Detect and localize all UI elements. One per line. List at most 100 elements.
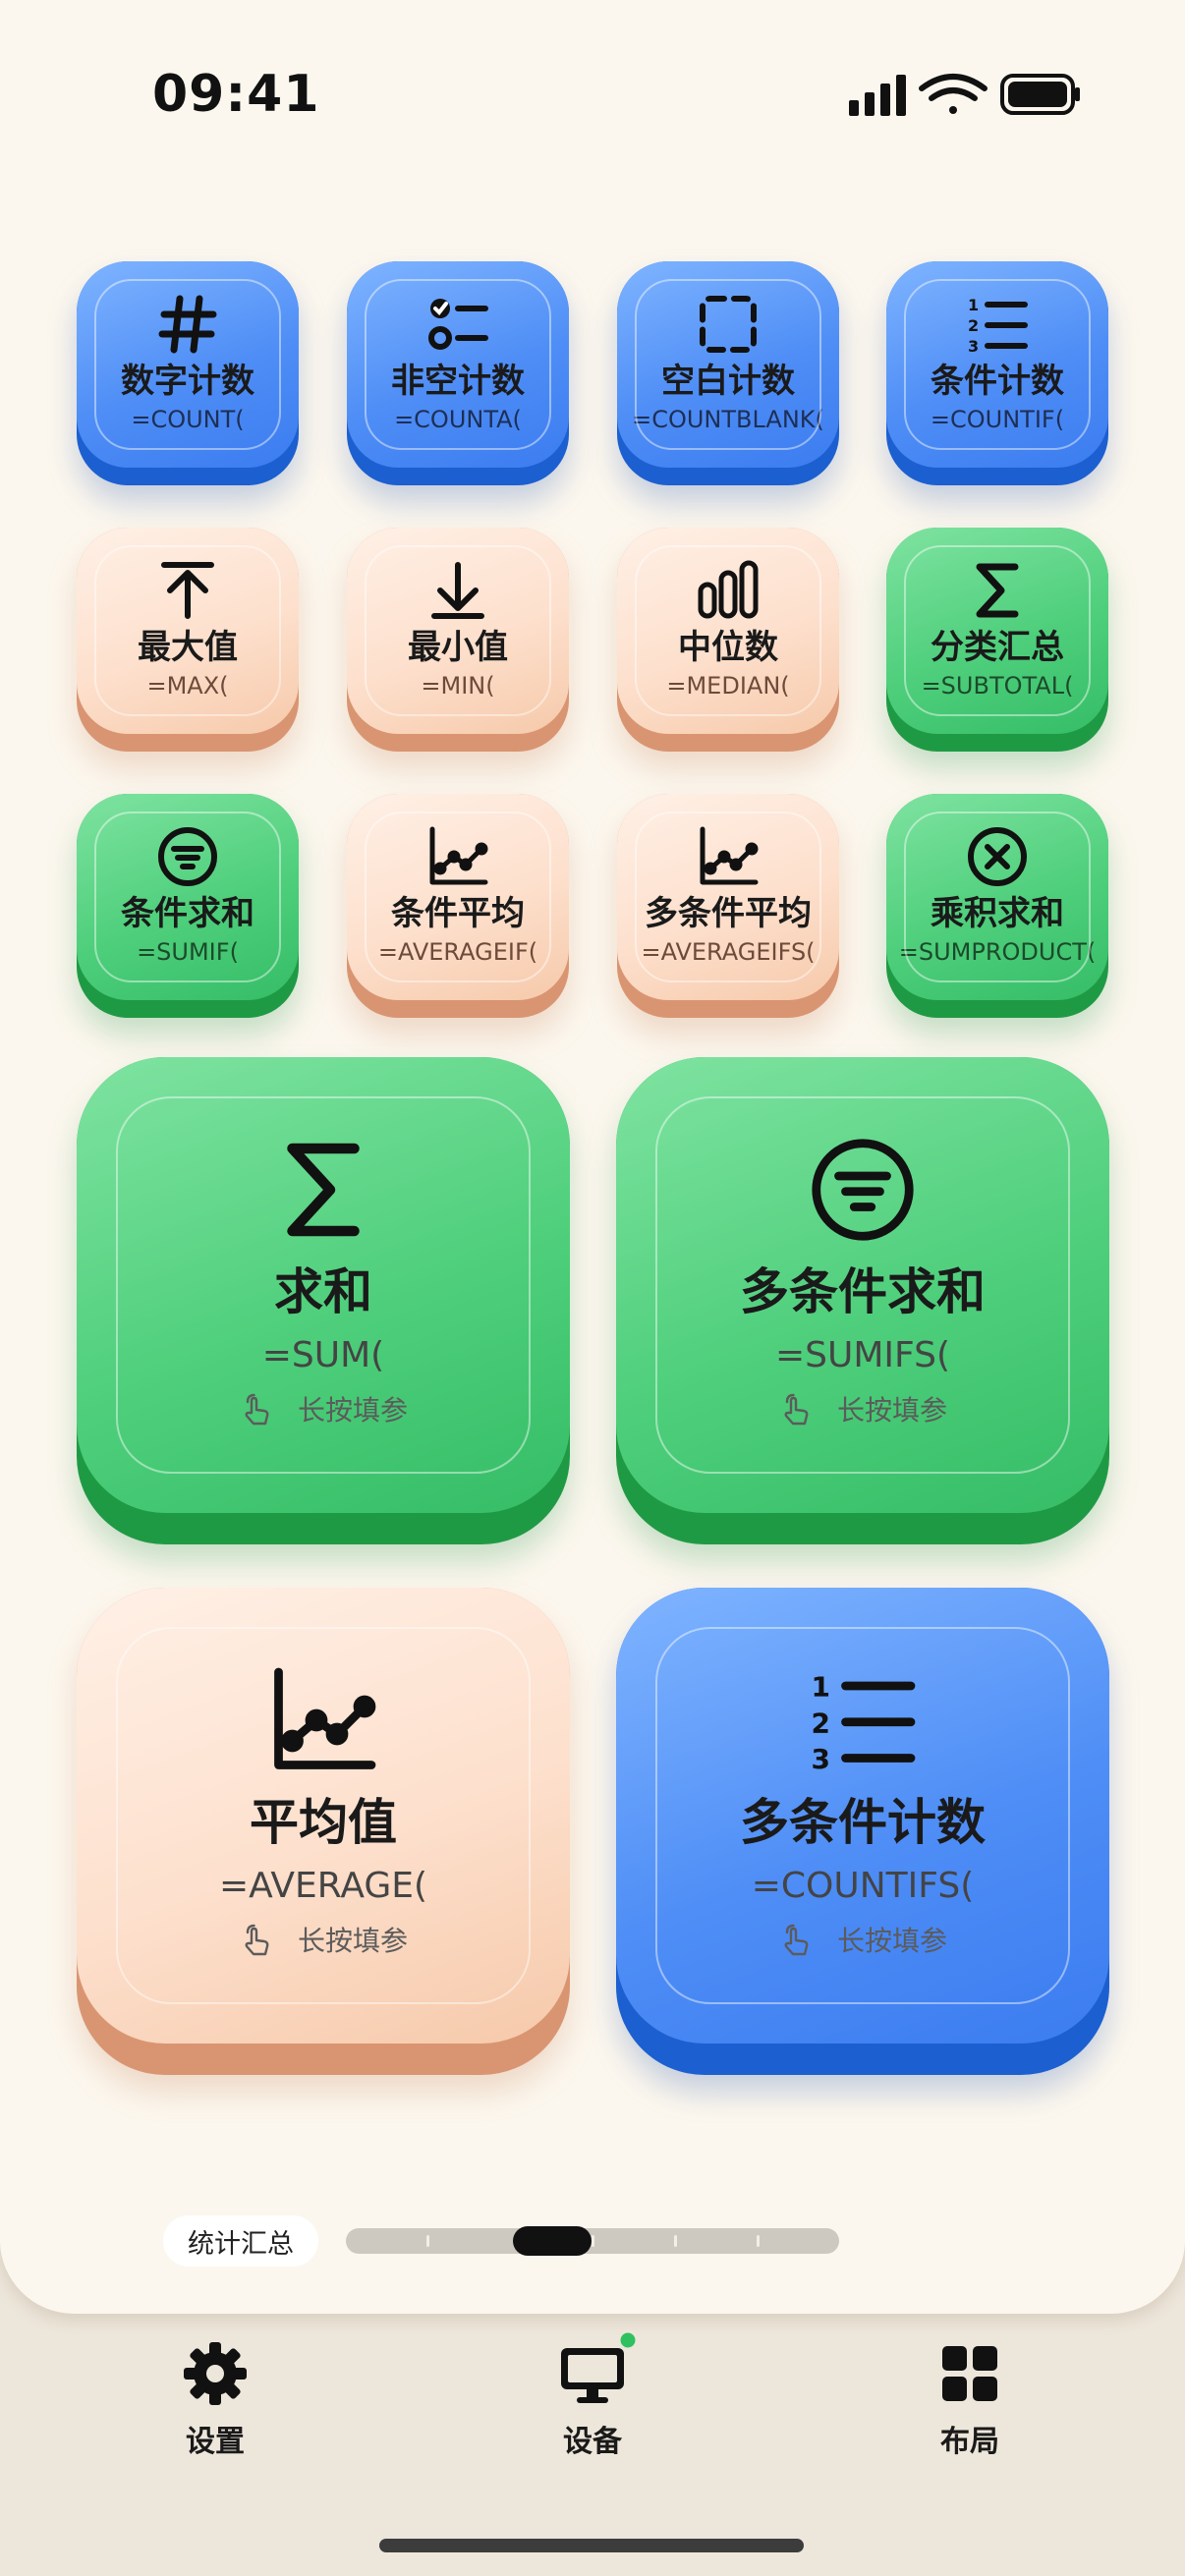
- line-chart-icon: [700, 826, 759, 885]
- key-formula: =SUMPRODUCT(: [898, 938, 1097, 966]
- hand-tap-icon: [784, 1393, 809, 1426]
- gear-icon: [184, 2342, 247, 2405]
- key-label: 多条件求和: [740, 1263, 986, 1320]
- key-label: 多条件计数: [740, 1794, 986, 1851]
- page-tick: [426, 2235, 429, 2247]
- long-press-hint: 长按填参: [239, 1386, 408, 1435]
- bars-icon: [698, 560, 759, 619]
- key-formula: =COUNTA(: [394, 406, 522, 433]
- status-time: 09:41: [152, 65, 320, 124]
- page-indicator[interactable]: [346, 2226, 839, 2256]
- arrow-up-icon: [161, 562, 214, 619]
- key-label: 空白计数: [661, 362, 795, 401]
- key-formula: =COUNTIF(: [930, 406, 1065, 433]
- key-formula: =AVERAGEIF(: [377, 938, 538, 966]
- svg-text:1: 1: [812, 1671, 830, 1704]
- tab-devices[interactable]: 设备: [514, 2329, 671, 2460]
- long-press-hint: 长按填参: [239, 1917, 408, 1966]
- tab-layout[interactable]: 布局: [891, 2340, 1048, 2460]
- sigma-icon: [976, 563, 1019, 618]
- key-counta[interactable]: 非空计数 =COUNTA(: [347, 261, 569, 485]
- online-status-dot: [617, 2329, 639, 2351]
- key-formula: =SUM(: [261, 1335, 385, 1375]
- numbered-list-icon: 12 3: [812, 1671, 916, 1775]
- key-formula: =AVERAGE(: [218, 1866, 428, 1906]
- key-label: 平均值: [250, 1794, 397, 1851]
- svg-text:1: 1: [968, 296, 979, 314]
- filter-circle-icon: [812, 1139, 914, 1241]
- home-indicator[interactable]: [379, 2539, 804, 2552]
- hint-text: 长按填参: [836, 1925, 947, 1957]
- line-chart-icon: [274, 1667, 376, 1769]
- key-label: 非空计数: [391, 362, 525, 401]
- key-max[interactable]: 最大值 =MAX(: [77, 528, 299, 752]
- svg-text:3: 3: [968, 337, 979, 356]
- key-formula: =COUNT(: [131, 406, 245, 433]
- key-countblank[interactable]: 空白计数 =COUNTBLANK(: [617, 261, 839, 485]
- page-tick: [674, 2235, 677, 2247]
- key-label: 条件求和: [121, 894, 254, 933]
- svg-text:2: 2: [812, 1707, 830, 1739]
- svg-text:3: 3: [812, 1743, 830, 1775]
- hand-tap-icon: [784, 1924, 809, 1956]
- key-formula: =COUNTBLANK(: [632, 406, 824, 433]
- key-label: 分类汇总: [931, 628, 1064, 667]
- key-sumif[interactable]: 条件求和 =SUMIF(: [77, 794, 299, 1018]
- filter-circle-icon: [158, 827, 217, 886]
- key-averageif[interactable]: 条件平均 =AVERAGEIF(: [347, 794, 569, 1018]
- key-label: 最大值: [138, 628, 238, 667]
- key-median[interactable]: 中位数 =MEDIAN(: [617, 528, 839, 752]
- main-screen: 09:41 数字计数 =COUNT( 非空计数 =COUNTA(空白计数 =C…: [0, 0, 1185, 2314]
- checklist-icon: [428, 299, 488, 350]
- signal-icon: [849, 75, 906, 116]
- key-label: 条件计数: [931, 362, 1064, 401]
- hint-text: 长按填参: [297, 1394, 408, 1427]
- key-formula: =SUMIF(: [137, 938, 239, 966]
- key-count[interactable]: 数字计数 =COUNT(: [77, 261, 299, 485]
- key-label: 乘积求和: [931, 894, 1064, 933]
- key-formula: =MAX(: [146, 672, 229, 700]
- key-countif[interactable]: 1 2 3 条件计数 =COUNTIF(: [886, 261, 1108, 485]
- key-label: 求和: [274, 1263, 372, 1320]
- page-tick: [757, 2235, 760, 2247]
- hint-text: 长按填参: [297, 1925, 408, 1957]
- key-formula: =SUBTOTAL(: [921, 672, 1074, 700]
- key-label: 最小值: [408, 628, 508, 667]
- tab-label: 设置: [186, 2425, 245, 2459]
- grid-icon: [942, 2346, 997, 2401]
- key-averageifs[interactable]: 多条件平均 =AVERAGEIFS(: [617, 794, 839, 1018]
- wifi-icon: [919, 74, 988, 114]
- long-press-hint: 长按填参: [778, 1917, 947, 1966]
- key-min[interactable]: 最小值 =MIN(: [347, 528, 569, 752]
- key-countifs[interactable]: 12 3 多条件计数 =COUNTIFS( 长按填参: [616, 1588, 1109, 2075]
- key-label: 数字计数: [121, 362, 254, 401]
- arrow-down-icon: [431, 562, 484, 619]
- status-icons: [849, 74, 1080, 116]
- key-formula: =SUMIFS(: [774, 1335, 950, 1375]
- page-title-chip[interactable]: 统计汇总: [163, 2215, 318, 2267]
- battery-icon: [1000, 74, 1080, 115]
- dashed-square-icon: [700, 296, 757, 353]
- line-chart-icon: [429, 826, 488, 885]
- monitor-icon: [561, 2329, 639, 2403]
- hand-tap-icon: [245, 1924, 269, 1956]
- key-label: 条件平均: [391, 894, 525, 933]
- page-indicator-thumb[interactable]: [513, 2226, 592, 2256]
- long-press-hint: 长按填参: [778, 1386, 947, 1435]
- tab-settings[interactable]: 设置: [137, 2340, 294, 2460]
- key-sum[interactable]: 求和 =SUM( 长按填参: [77, 1057, 570, 1544]
- key-formula: =MEDIAN(: [666, 672, 790, 700]
- sigma-icon: [287, 1143, 360, 1237]
- page-tick: [592, 2235, 594, 2247]
- hint-text: 长按填参: [836, 1394, 947, 1427]
- key-average[interactable]: 平均值 =AVERAGE( 长按填参: [77, 1588, 570, 2075]
- key-sumproduct[interactable]: 乘积求和 =SUMPRODUCT(: [886, 794, 1108, 1018]
- key-sumifs[interactable]: 多条件求和 =SUMIFS( 长按填参: [616, 1057, 1109, 1544]
- tab-label: 设备: [563, 2425, 622, 2459]
- tab-label: 布局: [940, 2425, 999, 2459]
- hand-tap-icon: [245, 1393, 269, 1426]
- hash-icon: [158, 295, 217, 354]
- multiply-circle-icon: [968, 827, 1027, 886]
- svg-text:2: 2: [968, 316, 979, 335]
- key-subtotal[interactable]: 分类汇总 =SUBTOTAL(: [886, 528, 1108, 752]
